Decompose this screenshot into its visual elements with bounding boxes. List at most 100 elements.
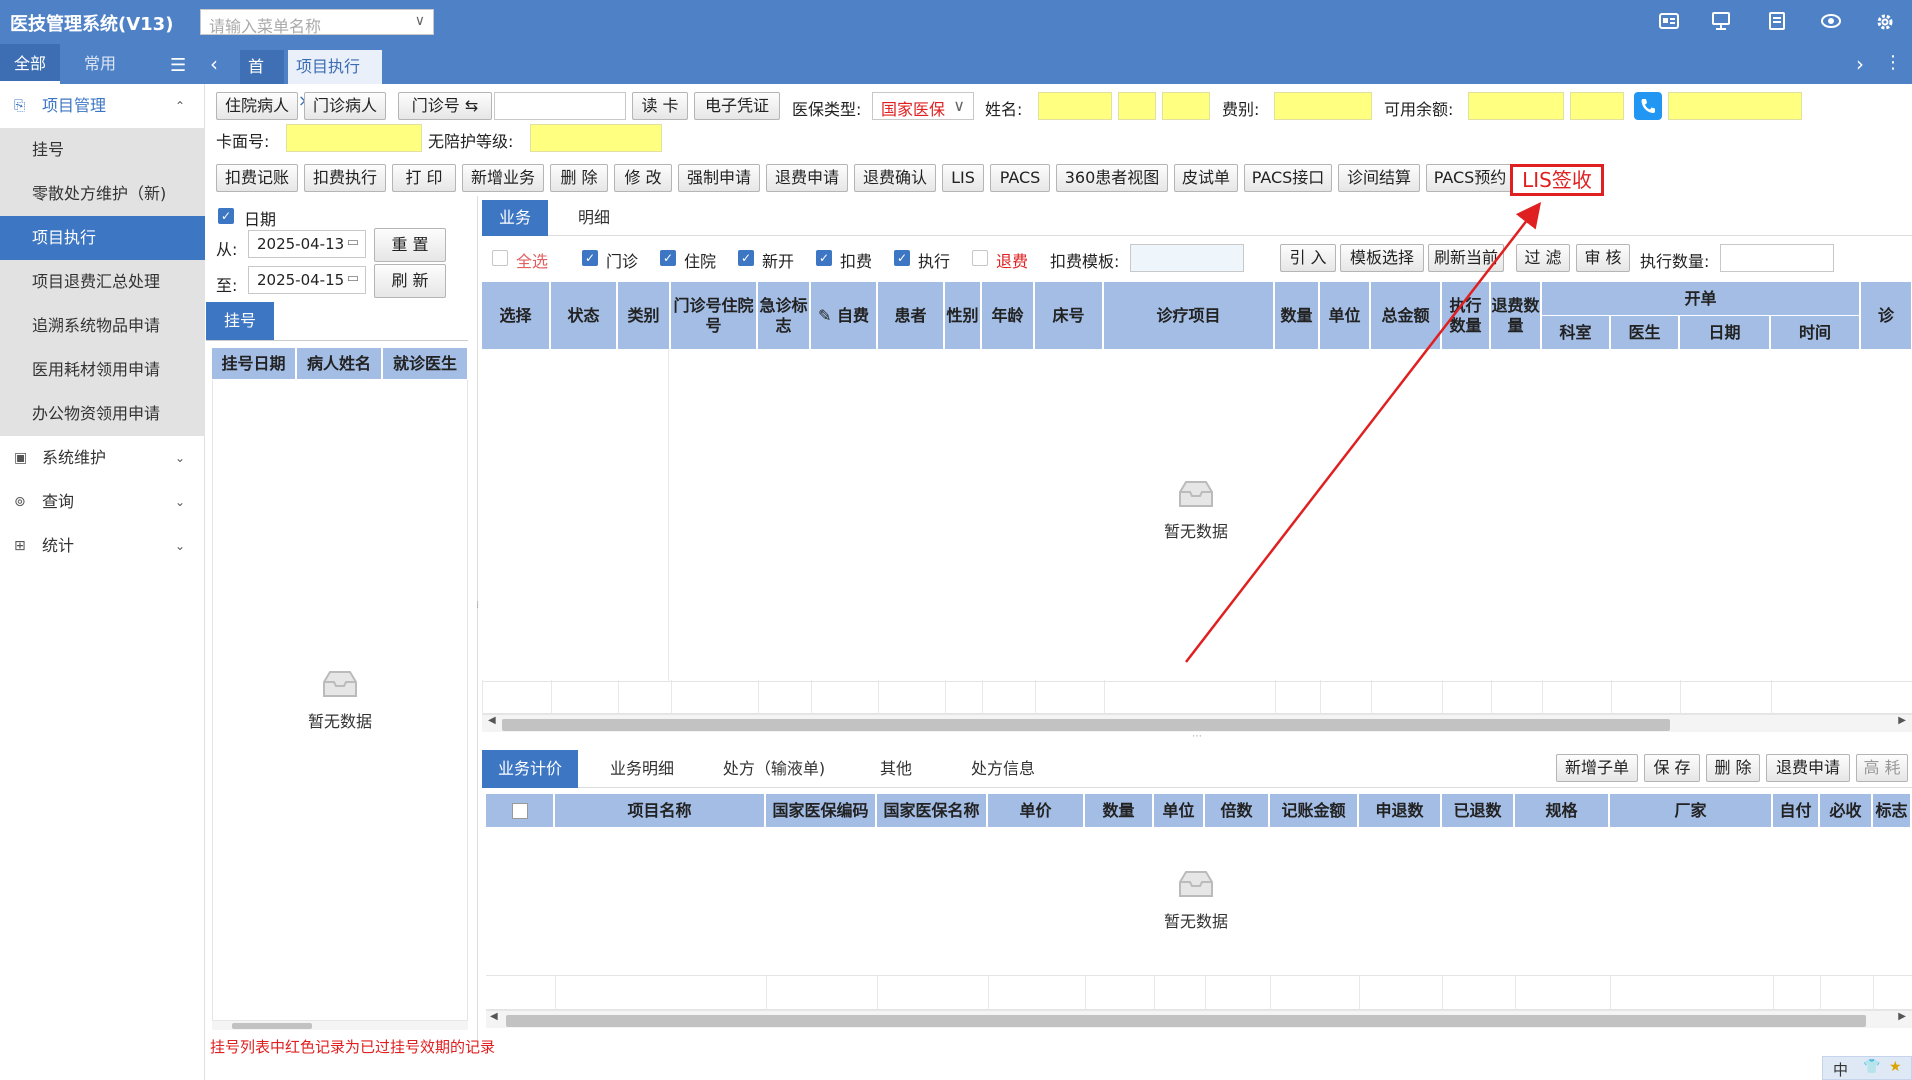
scroll-right-icon[interactable]: ▶ [1898,1011,1906,1022]
star-icon[interactable]: ★ [1889,1059,1902,1075]
chevron-left-icon[interactable]: ‹ [210,52,218,76]
sidebar-item-query[interactable]: ⊚ 查询 ⌄ [0,480,205,524]
toolbar-button[interactable]: 扣费记账 [216,164,298,192]
name-field[interactable] [1038,92,1112,120]
import-button[interactable]: 引 入 [1280,244,1336,272]
tab-registration[interactable]: 挂号 [206,302,274,340]
inpatient-button[interactable]: 住院病人 [216,92,298,120]
outpatient-no-input[interactable] [494,92,626,120]
chevron-down-icon[interactable]: ∨ [415,13,425,29]
column-header[interactable]: 总金额 [1371,282,1441,350]
column-header[interactable]: 数量 [1085,794,1153,828]
refresh-current-button[interactable]: 刷新当前 [1428,244,1504,272]
age-field[interactable] [1162,92,1210,120]
outpatient-checkbox[interactable]: ✓ [582,250,598,266]
sidebar-subitem[interactable]: 项目退费汇总处理 [0,260,205,304]
column-header[interactable]: 单价 [988,794,1084,828]
to-date-input[interactable]: 2025-04-15 ▭ [248,266,366,294]
toolbar-button[interactable]: 退费申请 [766,164,848,192]
hamburger-menu-icon[interactable]: ☰ [170,55,186,76]
vertical-splitter[interactable]: ⁞ [476,600,480,626]
sidebar-subitem[interactable]: 零散处方维护（新) [0,172,205,216]
toolbar-button[interactable]: 打 印 [392,164,456,192]
insurance-type-select[interactable]: 国家医保 ∨ [872,92,974,120]
column-header[interactable]: 记账金额 [1270,794,1358,828]
chevron-right-icon[interactable]: › [1856,52,1864,76]
balance-field[interactable] [1468,92,1564,120]
toolbar-button[interactable]: 删 除 [550,164,608,192]
read-card-button[interactable]: 读 卡 [632,92,688,120]
column-header[interactable]: 数量 [1275,282,1319,350]
scroll-left-icon[interactable]: ◀ [488,715,496,726]
toolbar-button[interactable]: 强制申请 [678,164,760,192]
tab-pricing[interactable]: 业务计价 [482,750,578,788]
sidebar-item-system-maint[interactable]: ▣ 系统维护 ⌄ [0,436,205,480]
card-no-field[interactable] [286,124,422,152]
column-header[interactable]: ✎ 自费 [811,282,877,350]
horizontal-scrollbar[interactable]: ◀ ▶ [486,1010,1912,1028]
template-input[interactable] [1130,244,1244,272]
toolbar-button[interactable]: PACS [990,164,1050,192]
eye-icon[interactable] [1820,12,1842,32]
from-date-input[interactable]: 2025-04-13 ▭ [248,230,366,258]
menu-search-input[interactable]: 请输入菜单名称 ∨ [200,9,434,36]
deduct-checkbox[interactable]: ✓ [816,250,832,266]
toolbar-button[interactable]: 修 改 [614,164,672,192]
column-header[interactable]: 自付 [1773,794,1819,828]
phone-field[interactable] [1668,92,1802,120]
column-header[interactable]: 床号 [1035,282,1103,350]
column-header[interactable]: 必收 [1820,794,1872,828]
column-header[interactable]: 厂家 [1610,794,1772,828]
outpatient-button[interactable]: 门诊病人 [304,92,386,120]
tab-prescription[interactable]: 处方（输液单) [712,750,836,788]
refund-checkbox[interactable] [972,250,988,266]
column-header[interactable]: 单位 [1320,282,1370,350]
toolbar-button[interactable]: 皮试单 [1174,164,1238,192]
column-header[interactable]: 类别 [618,282,670,350]
tab-all[interactable]: 全部 [0,44,60,84]
toolbar-button[interactable]: 360患者视图 [1056,164,1168,192]
column-header[interactable]: 科室 [1542,316,1610,350]
template-select-button[interactable]: 模板选择 [1340,244,1424,272]
column-header[interactable]: 挂号日期 [212,348,296,380]
exec-count-input[interactable] [1720,244,1834,272]
ime-mode-label[interactable]: 中 [1833,1059,1848,1080]
column-header[interactable]: 年龄 [982,282,1034,350]
column-header[interactable]: 退费数量 [1491,282,1541,350]
tab-business-detail[interactable]: 业务明细 [596,750,688,788]
inpatient-checkbox[interactable]: ✓ [660,250,676,266]
save-button[interactable]: 保 存 [1644,754,1700,782]
column-header[interactable]: 倍数 [1205,794,1269,828]
column-header[interactable]: 已退数 [1442,794,1514,828]
column-header[interactable]: 执行数量 [1442,282,1490,350]
sidebar-subitem[interactable]: 办公物资领用申请 [0,392,205,436]
column-header[interactable]: 申退数 [1359,794,1441,828]
tab-project-execution[interactable]: 项目执行 × [288,50,382,110]
select-all-checkbox[interactable] [511,802,528,819]
add-sub-order-button[interactable]: 新增子单 [1556,754,1638,782]
shirt-icon[interactable]: 👕 [1863,1059,1880,1075]
tab-prescription-info[interactable]: 处方信息 [950,750,1056,788]
column-header[interactable]: 单位 [1154,794,1204,828]
column-header[interactable]: 状态 [551,282,617,350]
review-button[interactable]: 审 核 [1576,244,1630,272]
reset-button[interactable]: 重 置 [374,228,446,262]
column-header[interactable]: 患者 [878,282,944,350]
high-cost-button[interactable]: 高 耗 [1856,754,1908,782]
tab-common[interactable]: 常用 [70,44,130,84]
column-header[interactable]: 项目名称 [555,794,765,828]
tab-home[interactable]: 首页 [240,50,284,110]
care-level-field[interactable] [530,124,662,152]
tab-other[interactable]: 其他 [866,750,926,788]
fee-type-field[interactable] [1274,92,1372,120]
sidebar-subitem[interactable]: 挂号 [0,128,205,172]
gear-icon[interactable] [1874,12,1896,32]
tab-detail[interactable]: 明细 [560,200,628,236]
calendar-icon[interactable]: ▭ [347,235,359,250]
sidebar-item-project-mgmt[interactable]: ⎘ 项目管理 ⌃ [0,84,205,128]
sidebar-subitem[interactable]: 追溯系统物品申请 [0,304,205,348]
horizontal-splitter[interactable]: ⋯ [1192,732,1212,742]
sex-field[interactable] [1118,92,1156,120]
column-header[interactable]: 就诊医生 [383,348,468,380]
select-all-cell[interactable] [486,794,554,828]
